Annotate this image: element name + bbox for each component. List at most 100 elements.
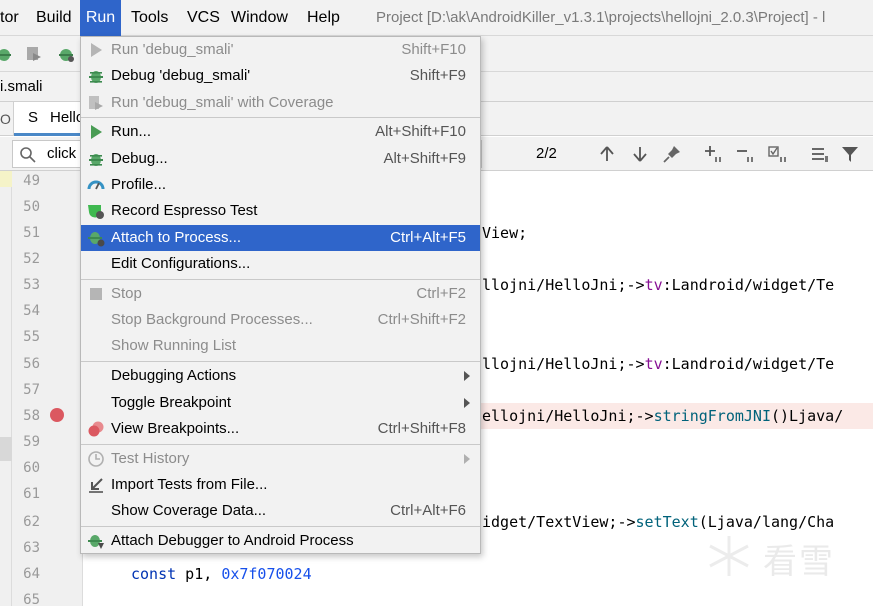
run-icon [91, 43, 102, 57]
attach-bug-icon[interactable] [56, 44, 76, 64]
menu-item-label: Profile... [111, 176, 167, 193]
watermark-text: 看雪 [763, 542, 835, 582]
menu-item-label: Debugging Actions [111, 367, 237, 384]
previous-occurrence-icon[interactable] [597, 144, 617, 164]
snowflake-icon [709, 536, 749, 576]
current-file-label[interactable]: i.smali [0, 72, 43, 102]
menu-separator [81, 526, 480, 527]
menu-item-shortcut: Shift+F10 [401, 41, 466, 58]
menu-item-shortcut: Ctrl+Shift+F8 [377, 420, 466, 437]
menu-item-shortcut: Ctrl+F2 [416, 285, 466, 302]
menu-item-stop[interactable]: Stop Ctrl+F2 [81, 281, 480, 307]
debug-bug-icon[interactable] [0, 44, 14, 64]
menu-item-run-debug-smali[interactable]: Run 'debug_smali' Shift+F10 [81, 37, 480, 63]
menu-item-shortcut: Ctrl+Shift+F2 [377, 311, 466, 328]
menu-item-record-espresso-test[interactable]: Record Espresso Test [81, 198, 480, 224]
line-number: 58 [23, 408, 40, 424]
menu-item-view-breakpoints[interactable]: View Breakpoints... Ctrl+Shift+F8 [81, 416, 480, 442]
structure-gutter [0, 171, 12, 606]
menu-item-label: Stop Background Processes... [111, 311, 313, 328]
submenu-arrow-icon [464, 371, 470, 381]
menu-separator [81, 279, 480, 280]
menu-item-attach-to-process[interactable]: Attach to Process... Ctrl+Alt+F5 [81, 225, 480, 251]
tab-hellojni-smali[interactable]: S Hello [14, 102, 84, 136]
select-all-occurrences-icon[interactable] [768, 144, 788, 164]
menu-item-shortcut: Alt+Shift+F9 [383, 150, 466, 167]
line-number: 63 [23, 540, 40, 556]
menu-tools[interactable]: Tools [131, 0, 175, 36]
code-line-53: llojni/HelloJni;->tv:Landroid/widget/Te [482, 276, 835, 294]
next-occurrence-icon[interactable] [630, 144, 650, 164]
menu-item-debug-debug-smali[interactable]: Debug 'debug_smali' Shift+F9 [81, 63, 480, 89]
menu-build[interactable]: Build [36, 0, 76, 36]
menu-item-label: Stop [111, 285, 142, 302]
menu-item-edit-configurations[interactable]: Edit Configurations... [81, 251, 480, 277]
tab-label: Hello [50, 109, 84, 126]
code-line-58: ellojni/HelloJni;->stringFromJNI()Ljava/ [482, 407, 844, 425]
line-number-gutter: 49 50 51 52 53 54 55 56 57 58 59 60 61 6… [12, 171, 83, 606]
line-number: 60 [23, 460, 40, 476]
watermark: 看雪 [705, 530, 855, 582]
menu-item-label: Debug... [111, 150, 168, 167]
pin-icon[interactable] [662, 144, 682, 164]
menu-vcs[interactable]: VCS [187, 0, 221, 36]
import-arrow-icon [89, 478, 103, 493]
menu-item-label: Record Espresso Test [111, 202, 258, 219]
smali-file-icon: S [28, 109, 39, 126]
gutter-highlight [0, 437, 12, 461]
line-number: 61 [23, 486, 40, 502]
gutter-highlight [0, 171, 12, 187]
espresso-record-icon [88, 205, 104, 219]
menu-item-show-running-list[interactable]: Show Running List [81, 333, 480, 359]
breakpoint-marker[interactable] [50, 408, 64, 422]
debug-bug-icon [89, 71, 103, 83]
menu-item-label: Toggle Breakpoint [111, 394, 232, 411]
remove-occurrence-icon[interactable] [736, 144, 756, 164]
menu-item-toggle-breakpoint[interactable]: Toggle Breakpoint [81, 390, 480, 416]
menu-item-label: Debug 'debug_smali' [111, 67, 251, 84]
menu-editor-partial[interactable]: tor [0, 0, 30, 36]
filter-options-icon[interactable] [810, 144, 830, 164]
menu-item-label: Import Tests from File... [111, 476, 268, 493]
menu-item-shortcut: Ctrl+Alt+F6 [390, 502, 466, 519]
debug-bug-icon [89, 154, 103, 166]
stop-icon [90, 288, 102, 300]
menu-item-import-tests-from-file[interactable]: Import Tests from File... [81, 472, 480, 498]
menu-item-run-with-coverage[interactable]: Run 'debug_smali' with Coverage [81, 90, 480, 116]
menu-item-debugging-actions[interactable]: Debugging Actions [81, 363, 480, 389]
menu-item-label: Edit Configurations... [111, 255, 251, 272]
submenu-arrow-icon [464, 398, 470, 408]
menu-item-attach-debugger-to-android-process[interactable]: Attach Debugger to Android Process [81, 528, 480, 554]
menu-help[interactable]: Help [307, 0, 347, 36]
add-occurrence-icon[interactable] [704, 144, 724, 164]
line-number: 50 [23, 199, 40, 215]
menu-item-shortcut: Ctrl+Alt+F5 [390, 229, 466, 246]
run-icon [91, 125, 102, 139]
filter-funnel-icon[interactable] [840, 144, 860, 164]
menu-window[interactable]: Window [231, 0, 295, 36]
tab-stub[interactable]: O [0, 102, 14, 136]
menu-item-debug-ellipsis[interactable]: Debug... Alt+Shift+F9 [81, 146, 480, 172]
menu-item-show-coverage-data[interactable]: Show Coverage Data... Ctrl+Alt+F6 [81, 498, 480, 524]
window-title: Project [D:\ak\AndroidKiller_v1.3.1\proj… [376, 9, 826, 26]
menu-item-test-history[interactable]: Test History [81, 446, 480, 472]
menu-item-label: Show Running List [111, 337, 237, 354]
coverage-icon[interactable] [24, 44, 44, 64]
menu-separator [81, 117, 480, 118]
menu-item-run-ellipsis[interactable]: Run... Alt+Shift+F10 [81, 119, 480, 145]
submenu-arrow-icon [464, 454, 470, 464]
coverage-icon [89, 96, 103, 110]
menu-item-label: Run 'debug_smali' [111, 41, 234, 58]
line-number: 51 [23, 225, 40, 241]
menu-item-label: Attach to Process... [111, 229, 242, 246]
line-number: 56 [23, 356, 40, 372]
match-count: 2/2 [536, 145, 557, 162]
menu-item-label: Run 'debug_smali' with Coverage [111, 94, 334, 111]
menu-item-shortcut: Alt+Shift+F10 [375, 123, 466, 140]
line-number: 59 [23, 434, 40, 450]
menu-run[interactable]: Run [80, 0, 121, 36]
menu-separator [81, 361, 480, 362]
attach-bug-icon [88, 232, 105, 247]
menu-item-profile[interactable]: Profile... [81, 172, 480, 198]
menu-item-stop-background-processes[interactable]: Stop Background Processes... Ctrl+Shift+… [81, 307, 480, 333]
